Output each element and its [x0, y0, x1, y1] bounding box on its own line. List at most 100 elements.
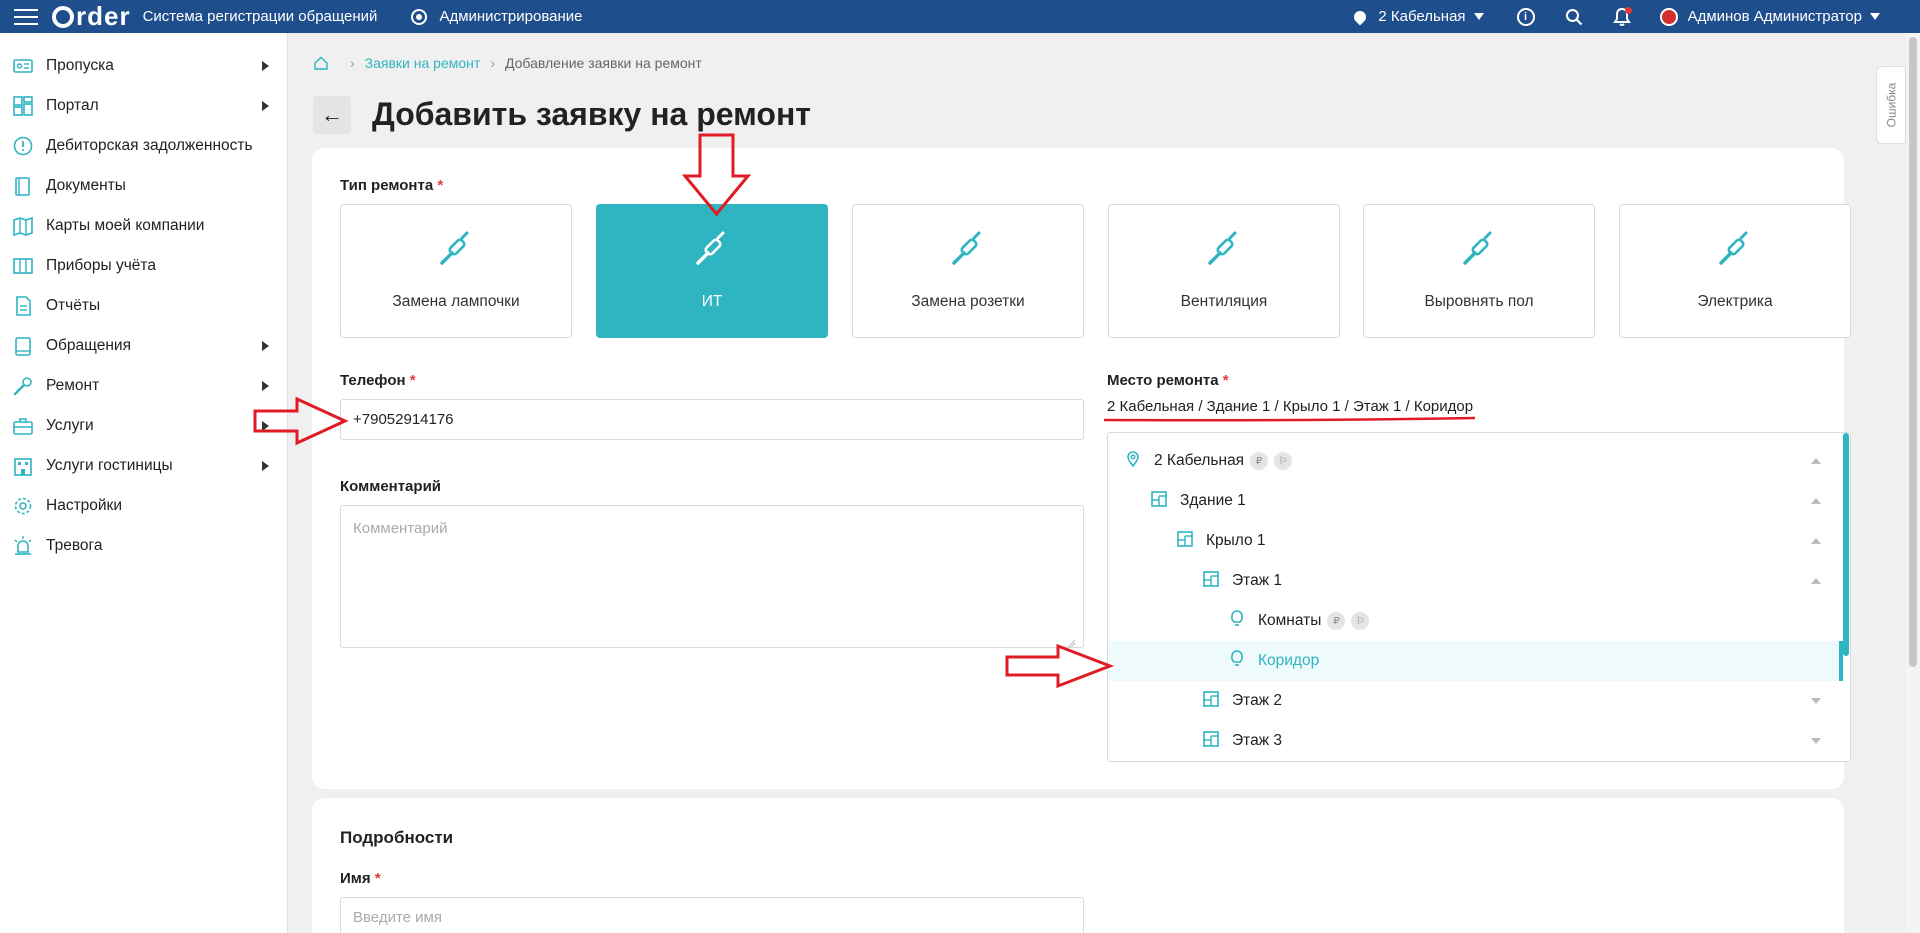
siren-icon — [12, 535, 34, 557]
selected-place-path: 2 Кабельная / Здание 1 / Крыло 1 / Этаж … — [1107, 398, 1474, 415]
repair-type-tile[interactable]: Выровнять пол — [1363, 204, 1595, 338]
page-scrollbar-thumb[interactable] — [1909, 37, 1917, 667]
tree-node[interactable]: Этаж 1 — [1108, 561, 1843, 601]
sidebar-item[interactable]: Отчёты — [0, 286, 287, 326]
phone-input-value: +79052914176 — [353, 411, 454, 428]
sidebar-item-label: Услуги гостиницы — [46, 457, 173, 474]
sidebar-item[interactable]: Документы — [0, 166, 287, 206]
book-icon — [12, 335, 34, 357]
screwdriver-icon — [1715, 229, 1755, 273]
breadcrumb-separator: › — [350, 55, 355, 71]
repair-type-tile[interactable]: Замена лампочки — [340, 204, 572, 338]
chevron-up-icon[interactable] — [1811, 498, 1821, 504]
chevron-up-icon[interactable] — [1811, 578, 1821, 584]
app-title: Система регистрации обращений — [142, 8, 378, 25]
sidebar-item[interactable]: Пропуска — [0, 46, 287, 86]
meter-icon — [12, 255, 34, 277]
tree-node[interactable]: Комнаты ₽ ⚐ — [1108, 601, 1843, 641]
caret-down-icon — [1473, 13, 1484, 20]
chevron-right-icon — [262, 61, 269, 71]
arrow-left-icon: ← — [321, 102, 343, 127]
repair-type-label: Электрика — [1697, 293, 1773, 310]
user-name: Админов Администратор — [1687, 8, 1862, 25]
name-label: Имя * — [340, 870, 381, 887]
sidebar-item[interactable]: Портал — [0, 86, 287, 126]
repair-type-label: Замена лампочки — [392, 293, 520, 310]
breadcrumb-current: Добавление заявки на ремонт — [504, 55, 702, 71]
repair-type-label-text: Тип ремонта — [340, 177, 434, 194]
top-bar: rder Система регистрации обращений Админ… — [0, 0, 1920, 33]
logo[interactable]: rder — [52, 1, 131, 32]
back-button[interactable]: ← — [313, 96, 351, 134]
sidebar-item[interactable]: Услуги гостиницы — [0, 446, 287, 486]
phone-label-text: Телефон — [340, 372, 406, 389]
comment-textarea[interactable]: Комментарий — [340, 505, 1084, 648]
details-title: Подробности — [340, 828, 454, 847]
notification-dot — [1624, 6, 1632, 14]
wrench-icon — [12, 375, 34, 397]
tree-node-label: Коридор — [1258, 652, 1320, 669]
tree-node-label: Этаж 3 — [1232, 732, 1282, 749]
chevron-down-icon[interactable] — [1811, 698, 1821, 704]
page-scrollbar[interactable] — [1906, 33, 1920, 933]
location-pin-icon — [1124, 450, 1154, 473]
sidebar-item-label: Пропуска — [46, 57, 114, 74]
info-button[interactable]: i — [1516, 7, 1536, 27]
building-plan-icon — [1202, 730, 1232, 753]
repair-type-tile[interactable]: Электрика — [1619, 204, 1851, 338]
sidebar-item[interactable]: Приборы учёта — [0, 246, 287, 286]
building-plan-icon — [1150, 490, 1180, 513]
tree-node-label: Этаж 2 — [1232, 692, 1282, 709]
breadcrumb-link[interactable]: Заявки на ремонт — [365, 55, 481, 71]
sidebar-item[interactable]: Тревога — [0, 526, 287, 566]
report-icon — [12, 295, 34, 317]
sidebar-item[interactable]: Карты моей компании — [0, 206, 287, 246]
sidebar-item-label: Портал — [46, 97, 99, 114]
info-icon: i — [1516, 7, 1535, 26]
repair-type-tile[interactable]: ИТ — [596, 204, 828, 338]
sidebar-item[interactable]: Услуги — [0, 406, 287, 446]
sidebar-item-label: Тревога — [46, 537, 103, 554]
name-input[interactable]: Введите имя — [340, 897, 1084, 933]
tree-node[interactable]: 2 Кабельная ₽ ⚐ — [1108, 441, 1843, 481]
tree-node[interactable]: Здание 1 — [1108, 481, 1843, 521]
sidebar-item[interactable]: Дебиторская задолженность — [0, 126, 287, 166]
search-button[interactable] — [1564, 7, 1584, 27]
comment-label: Комментарий — [340, 478, 442, 495]
tree-node-label: 2 Кабельная — [1154, 452, 1245, 469]
user-menu[interactable]: Админов Администратор — [1659, 7, 1880, 26]
tree-node[interactable]: Коридор — [1108, 641, 1843, 681]
sidebar-item[interactable]: Обращения — [0, 326, 287, 366]
tree-node[interactable]: Этаж 2 — [1108, 681, 1843, 721]
chevron-up-icon[interactable] — [1811, 458, 1821, 464]
place-tree: 2 Кабельная ₽ ⚐ Здание 1 Крыло 1 Этаж 1 Ко… — [1107, 432, 1851, 762]
sidebar-item[interactable]: Настройки — [0, 486, 287, 526]
resize-handle-icon[interactable] — [1066, 638, 1076, 648]
tree-node-label: Комнаты — [1258, 612, 1322, 629]
comment-placeholder: Комментарий — [353, 520, 448, 537]
sidebar-item[interactable]: Ремонт — [0, 366, 287, 406]
error-report-tab[interactable]: Ошибка — [1876, 66, 1906, 144]
tree-scrollbar[interactable] — [1843, 433, 1849, 656]
grid-icon — [12, 95, 34, 117]
repair-type-label: Вентиляция — [1180, 293, 1268, 310]
repair-type-tile[interactable]: Вентиляция — [1108, 204, 1340, 338]
home-icon[interactable] — [314, 56, 328, 70]
place-label: Место ремонта * — [1107, 372, 1229, 389]
notifications-button[interactable] — [1612, 6, 1632, 27]
phone-input[interactable]: +79052914176 — [340, 399, 1084, 440]
menu-icon[interactable] — [14, 8, 38, 25]
alert-circle-icon — [12, 135, 34, 157]
tree-node[interactable]: Крыло 1 — [1108, 521, 1843, 561]
location-select[interactable]: 2 Кабельная — [1351, 8, 1484, 25]
breadcrumb: › Заявки на ремонт › Добавление заявки н… — [314, 55, 702, 71]
chevron-up-icon[interactable] — [1811, 538, 1821, 544]
chevron-down-icon[interactable] — [1811, 738, 1821, 744]
location-pin-icon — [1351, 8, 1369, 25]
lightbulb-icon — [1228, 649, 1258, 673]
chevron-right-icon — [262, 421, 269, 431]
tree-node[interactable]: Этаж 3 — [1108, 721, 1843, 761]
admin-link[interactable]: Администрирование — [411, 8, 582, 25]
repair-type-tile[interactable]: Замена розетки — [852, 204, 1084, 338]
sidebar-item-label: Настройки — [46, 497, 123, 514]
